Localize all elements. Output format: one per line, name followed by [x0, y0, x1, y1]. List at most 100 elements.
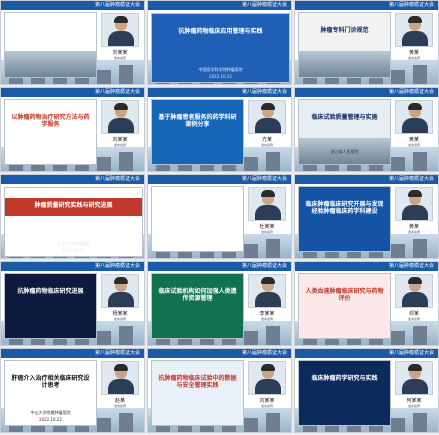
video-tile[interactable]: 第八届肿瘤循证大会肿瘤专科门诊规范黄某 发言嘉宾 — [294, 0, 439, 85]
speaker-hair — [408, 190, 422, 197]
presentation-slide: 临床试验质量管理与实施 浙江省人民医院 — [298, 99, 391, 165]
building-shape — [391, 70, 405, 84]
speaker-video — [248, 361, 286, 395]
building-shape — [119, 326, 133, 345]
building-shape — [119, 413, 133, 432]
speaker-hair — [261, 190, 275, 197]
speaker-name: 黄某 — [408, 50, 419, 56]
conference-header: 第八届肿瘤循证大会 — [148, 262, 291, 271]
presentation-slide: 抗肿瘤药物临床研究进展 — [4, 273, 97, 339]
video-tile[interactable]: 第八届肿瘤循证大会 杜某某 发言嘉宾 — [147, 174, 292, 259]
speaker-video — [395, 100, 433, 134]
conference-header: 第八届肿瘤循证大会 — [1, 88, 144, 97]
presentation-slide: 抗肿瘤药物临床试验中的数据与安全管理实践 — [151, 360, 244, 426]
building-shape — [391, 157, 405, 171]
building-shape — [413, 413, 427, 432]
slide-subtitle: 中山大学附属肿瘤医院 — [30, 410, 71, 415]
slide-title: 抗肿瘤药物临床应用管理与实践 — [178, 28, 263, 35]
meeting-screenshot-grid: 第八届肿瘤循证大会 刘某某 发言嘉宾 第八届肿瘤循证大会 抗肿瘤药物临床应用管理与实践中… — [0, 0, 439, 435]
building-shape — [266, 152, 280, 171]
speaker-info: 发言嘉宾 — [113, 404, 126, 408]
building-shape — [391, 331, 405, 345]
speaker-torso — [108, 292, 134, 307]
speaker-name: 杨某某 — [112, 311, 128, 317]
conference-header: 第八届肿瘤循证大会 — [1, 175, 144, 184]
speaker-name: 刘某某 — [259, 398, 275, 404]
video-tile[interactable]: 第八届肿瘤循证大会 抗肿瘤药物临床研究进展 杨某某 发言嘉宾 — [0, 261, 145, 346]
video-tile[interactable]: 第八届肿瘤循证大会 以肿瘤药物治疗研究方法与药学服务 刘某某 发言嘉宾 — [0, 87, 145, 172]
video-tile[interactable]: 第八届肿瘤循证大会 临床肿瘤临床研究开展与发现经验肿瘤临床药学科建设 黄某 发言嘉宾 — [294, 174, 439, 259]
building-shape — [413, 65, 427, 84]
speaker-name: 邓某 — [408, 311, 419, 317]
building-shape — [244, 331, 258, 345]
building-shape — [413, 326, 427, 345]
slide-title: 临床肿瘤临床研究开展与发现经验肿瘤临床药学科建设 — [305, 201, 384, 215]
speaker-torso — [108, 379, 134, 394]
speaker-name: 黄某 — [408, 137, 419, 143]
slide-photo — [5, 51, 96, 77]
speaker-torso — [255, 379, 281, 394]
speaker-hair — [408, 364, 422, 371]
speaker-torso — [402, 31, 428, 46]
speaker-hair — [114, 277, 128, 284]
speaker-info: 发言嘉宾 — [260, 143, 273, 147]
slide-subtitle: 浙江省人民医院 — [330, 149, 359, 154]
conference-header: 第八届肿瘤循证大会 — [148, 88, 291, 97]
video-tile[interactable]: 第八届肿瘤循证大会 抗肿瘤药物临床试验中的数据与安全管理实践 刘某某 发言嘉宾 — [147, 348, 292, 433]
video-tile[interactable]: 第八届肿瘤循证大会 临床肿瘤药学研究与实践 何某某 发言嘉宾 — [294, 348, 439, 433]
speaker-hair — [408, 103, 422, 110]
conference-header: 第八届肿瘤循证大会 — [295, 1, 438, 10]
video-tile[interactable]: 第八届肿瘤循证大会基于肿瘤患者服务的药学科研案例分享方某 发言嘉宾 — [147, 87, 292, 172]
slide-title: 临床肿瘤药学研究与实践 — [311, 375, 378, 382]
presentation-slide: 肝癌介入治疗相关临床研究设计思考 中山大学附属肿瘤医院 2022.10.22 — [4, 360, 97, 426]
speaker-hair — [114, 364, 128, 371]
conference-header: 第八届肿瘤循证大会 — [295, 262, 438, 271]
presentation-slide: 临床试验机构如何加强人类遗传资源管理 — [151, 273, 244, 339]
speaker-name: 方某 — [261, 137, 272, 143]
speaker-video — [101, 361, 139, 395]
speaker-video — [248, 187, 286, 221]
video-tile[interactable]: 第八届肿瘤循证大会 临床试验机构如何加强人类遗传资源管理 李某某 发言嘉宾 — [147, 261, 292, 346]
speaker-video — [101, 274, 139, 308]
speaker-torso — [402, 205, 428, 220]
speaker-torso — [255, 205, 281, 220]
video-tile[interactable]: 第八届肿瘤循证大会 肝癌介入治疗相关临床研究设计思考 中山大学附属肿瘤医院 2022.… — [0, 348, 145, 433]
speaker-video — [248, 274, 286, 308]
video-tile[interactable]: 第八届肿瘤循证大会 抗肿瘤药物临床应用管理与实践 中国医学科学院肿瘤医院 2022.1… — [147, 0, 292, 85]
slide-title: 肿瘤专科门诊规范 — [320, 27, 369, 34]
speaker-name: 杜某某 — [259, 224, 275, 230]
video-tile[interactable]: 第八届肿瘤循证大会 临床试验质量管理与实施 浙江省人民医院 黄某 发言嘉宾 — [294, 87, 439, 172]
presentation-slide: 临床肿瘤临床研究开展与发现经验肿瘤临床药学科建设 — [298, 186, 391, 252]
speaker-video — [395, 361, 433, 395]
speaker-video — [248, 100, 286, 134]
conference-header: 第八届肿瘤循证大会 — [295, 349, 438, 358]
speaker-name: 刘某某 — [112, 50, 128, 56]
slide-date: 2022.10.22 — [39, 417, 62, 422]
speaker-torso — [402, 379, 428, 394]
slide-title: 肿瘤质量研究实践与研究进展 — [34, 202, 113, 209]
speaker-torso — [402, 292, 428, 307]
speaker-hair — [408, 277, 422, 284]
video-tile[interactable]: 第八届肿瘤循证大会 人类血液肿瘤临床研究与药物评价 邓某 发言嘉宾 — [294, 261, 439, 346]
slide-title: 以肿瘤药物治疗研究方法与药学服务 — [11, 114, 90, 128]
speaker-hair — [408, 16, 422, 23]
video-tile[interactable]: 第八届肿瘤循证大会 肿瘤质量研究实践与研究进展 北京大学肿瘤医院 2022.10.22 — [0, 174, 145, 259]
building-shape — [119, 65, 133, 84]
speaker-name: 黄某 — [408, 224, 419, 230]
conference-header: 第八届肿瘤循证大会 — [295, 88, 438, 97]
presentation-slide — [4, 12, 97, 78]
presentation-slide: 肿瘤专科门诊规范 — [298, 12, 391, 78]
slide-subtitle: 北京大学肿瘤医院 — [57, 241, 90, 246]
speaker-video — [395, 274, 433, 308]
slide-date: 2022.10.22 — [209, 74, 232, 79]
speaker-info: 发言嘉宾 — [260, 404, 273, 408]
slide-subtitle: 中国医学科学院肿瘤医院 — [198, 67, 243, 72]
video-tile[interactable]: 第八届肿瘤循证大会 刘某某 发言嘉宾 — [0, 0, 145, 85]
slide-title: 抗肿瘤药物临床研究进展 — [17, 288, 84, 295]
speaker-info: 发言嘉宾 — [407, 56, 420, 60]
speaker-video — [395, 13, 433, 47]
presentation-slide: 基于肿瘤患者服务的药学科研案例分享 — [151, 99, 244, 165]
speaker-info: 发言嘉宾 — [113, 317, 126, 321]
speaker-info: 发言嘉宾 — [407, 230, 420, 234]
speaker-info: 发言嘉宾 — [113, 56, 126, 60]
